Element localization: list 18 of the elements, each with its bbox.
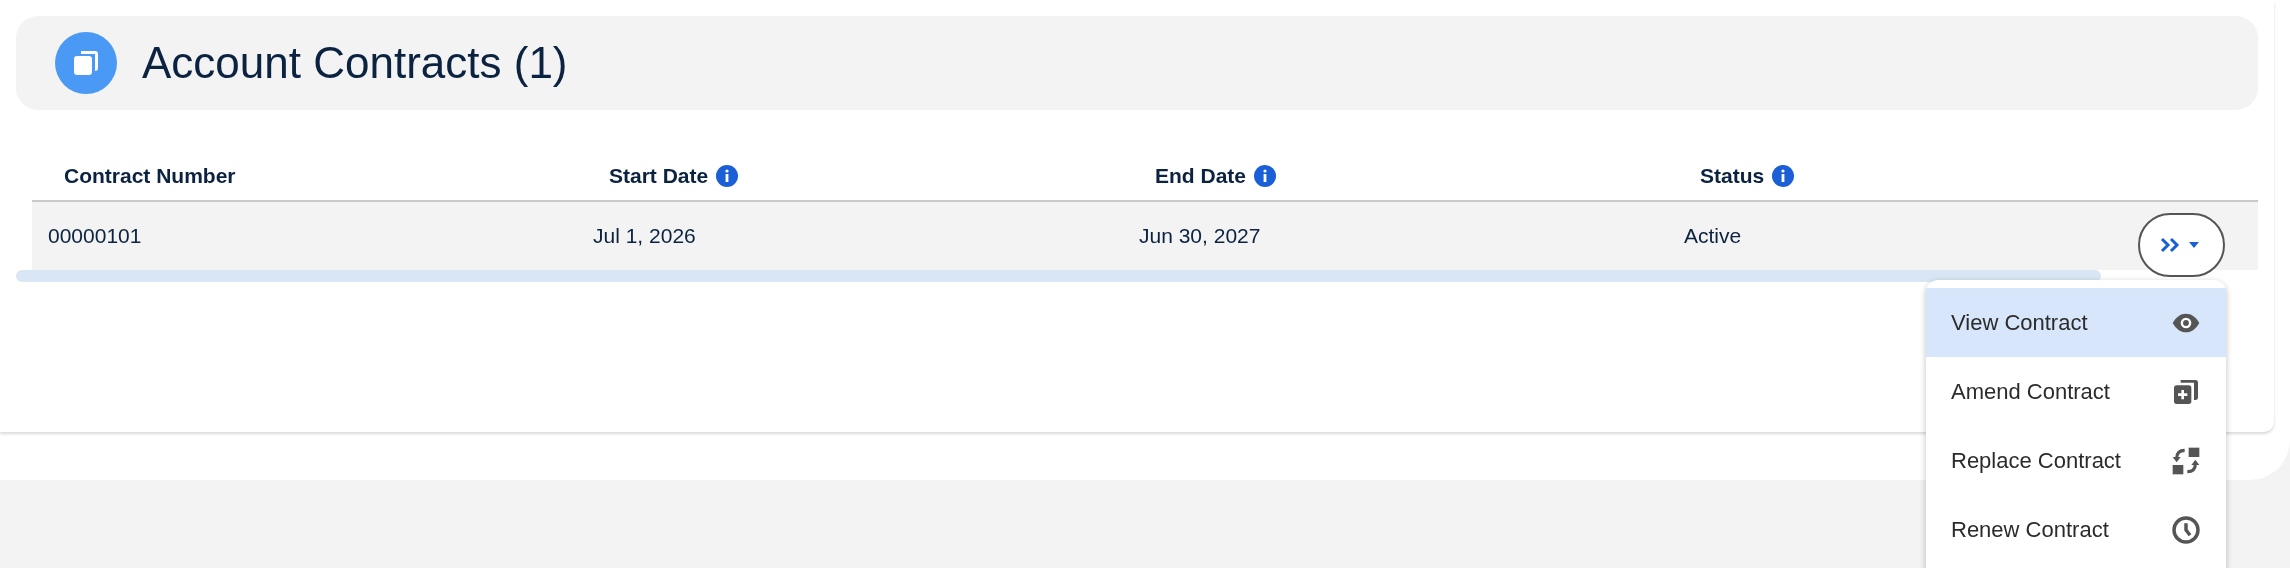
menu-item[interactable]: View Contract — [1926, 288, 2226, 357]
info-icon[interactable] — [1254, 165, 1276, 187]
scrollbar[interactable] — [16, 270, 2101, 282]
menu-item[interactable]: Renew Contract — [1926, 495, 2226, 564]
menu-item[interactable]: Amend Contract — [1926, 357, 2226, 426]
table-cell: Jun 30, 2027 — [1139, 224, 1261, 247]
column-header: Start Date — [609, 164, 709, 188]
table-cell: Jul 1, 2026 — [593, 224, 696, 247]
column-header: Contract Number — [64, 164, 236, 188]
info-icon[interactable] — [1772, 165, 1795, 187]
table-cell: 00000101 — [48, 224, 142, 247]
column-header: Status — [1700, 164, 1765, 188]
column-header: End Date — [1155, 164, 1246, 188]
menu-item[interactable]: Replace Contract — [1926, 426, 2226, 495]
renew-icon — [2170, 513, 2202, 546]
info-icon[interactable] — [716, 165, 739, 187]
table-cell: Active — [1684, 224, 1742, 247]
card-title: Account Contracts (1) — [142, 38, 568, 88]
